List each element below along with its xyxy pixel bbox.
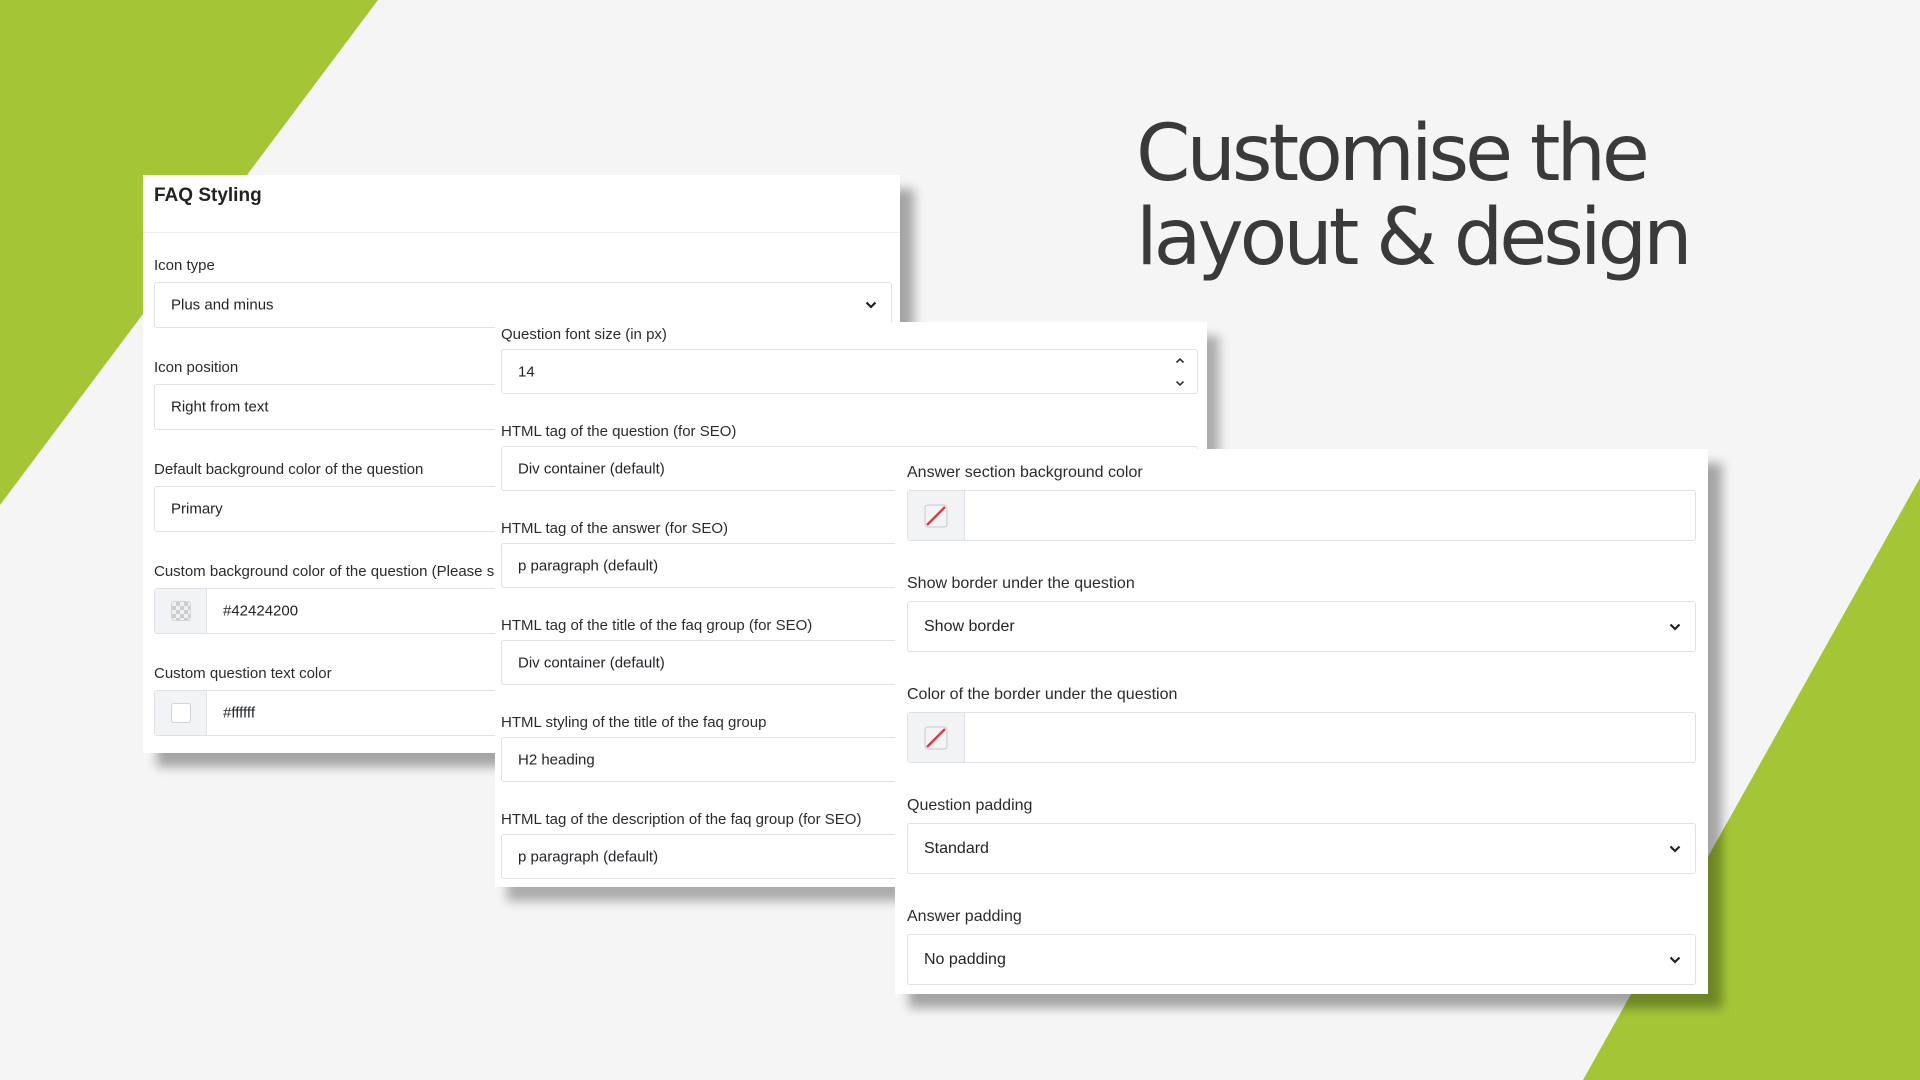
answer-style-panel: Answer section background color Show bor…: [895, 449, 1708, 994]
number-spinner-icon[interactable]: [1175, 356, 1185, 388]
question-padding-value: Standard: [924, 839, 989, 857]
no-color-icon: [924, 504, 948, 527]
group-title-styling-value: H2 heading: [518, 751, 595, 768]
answer-padding-value: No padding: [924, 950, 1006, 968]
question-padding-select[interactable]: Standard: [907, 823, 1696, 874]
group-title-tag-value: Div container (default): [518, 654, 665, 671]
question-tag-label: HTML tag of the question (for SEO): [501, 423, 737, 440]
border-color-input[interactable]: [907, 712, 1696, 763]
chevron-down-icon: [865, 301, 877, 309]
group-desc-tag-value: p paragraph (default): [518, 848, 659, 865]
border-color-label: Color of the border under the question: [907, 686, 1178, 703]
headline: Customise the layout & design: [1136, 112, 1696, 280]
answer-bg-color-label: Answer section background color: [907, 464, 1143, 481]
chevron-down-icon: [1669, 623, 1681, 631]
panel-title: FAQ Styling: [154, 185, 262, 206]
chevron-down-icon: [1669, 845, 1681, 853]
answer-padding-group: Answer padding No padding: [907, 908, 1696, 985]
font-size-input[interactable]: 14: [501, 349, 1198, 394]
show-border-value: Show border: [924, 617, 1015, 635]
answer-padding-select[interactable]: No padding: [907, 934, 1696, 985]
font-size-group: Question font size (in px) 14: [501, 326, 1201, 394]
transparent-checker-icon: [171, 601, 191, 621]
icon-type-group: Icon type Plus and minus: [154, 257, 892, 328]
white-swatch-icon: [171, 703, 191, 723]
custom-text-color-value: #ffffff: [223, 704, 255, 722]
icon-type-value: Plus and minus: [171, 296, 274, 314]
question-padding-group: Question padding Standard: [907, 797, 1696, 874]
answer-bg-color-group: Answer section background color: [907, 464, 1696, 541]
border-color-group: Color of the border under the question: [907, 686, 1696, 763]
headline-line-1: Customise the: [1136, 109, 1650, 199]
font-size-label: Question font size (in px): [501, 326, 667, 343]
icon-position-value: Right from text: [171, 398, 269, 416]
color-picker-button[interactable]: [155, 589, 207, 633]
show-border-select[interactable]: Show border: [907, 601, 1696, 652]
no-color-icon: [924, 726, 948, 749]
default-bg-color-value: Primary: [171, 500, 223, 518]
chevron-down-icon: [1669, 956, 1681, 964]
answer-bg-color-input[interactable]: [907, 490, 1696, 541]
font-size-value: 14: [518, 363, 535, 380]
answer-tag-value: p paragraph (default): [518, 557, 659, 574]
color-picker-button[interactable]: [908, 491, 965, 540]
show-border-group: Show border under the question Show bord…: [907, 575, 1696, 652]
custom-bg-color-value: #42424200: [223, 602, 299, 620]
question-padding-label: Question padding: [907, 797, 1033, 814]
color-picker-button[interactable]: [908, 713, 965, 762]
panel-header: FAQ Styling: [143, 175, 900, 233]
icon-type-label: Icon type: [154, 257, 215, 274]
color-picker-button[interactable]: [155, 691, 207, 735]
answer-padding-label: Answer padding: [907, 908, 1022, 925]
question-tag-value: Div container (default): [518, 460, 665, 477]
headline-line-2: layout & design: [1136, 193, 1693, 283]
show-border-label: Show border under the question: [907, 575, 1135, 592]
